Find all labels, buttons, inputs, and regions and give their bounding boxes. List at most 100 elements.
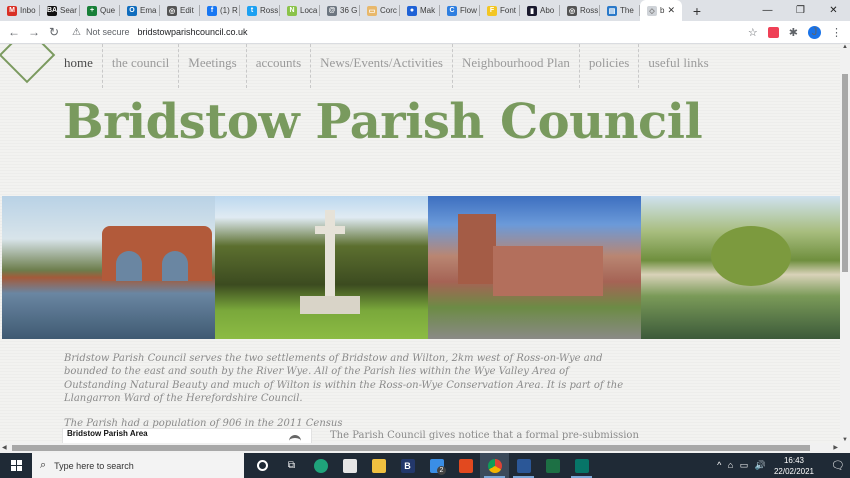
browser-tab[interactable]: F Font	[480, 0, 520, 21]
tab-label: 36 G	[340, 6, 358, 15]
window-controls: — ❐ ✕	[751, 0, 850, 21]
church-photo	[428, 196, 641, 339]
clock[interactable]: 16:43 22/02/2021	[774, 455, 814, 477]
forward-button[interactable]: →	[24, 25, 44, 39]
reload-button[interactable]: ↻	[44, 25, 64, 39]
vertical-scrollbar[interactable]: ▲ ▼	[840, 44, 850, 443]
browser-tab[interactable]: ◎ Edit	[160, 0, 200, 21]
browser-tab[interactable]: + Que	[80, 0, 120, 21]
back-button[interactable]: ←	[4, 25, 24, 39]
nav-news-events[interactable]: News/Events/Activities	[311, 44, 453, 88]
security-label: Not secure	[85, 27, 130, 37]
vertical-scroll-thumb[interactable]	[842, 74, 848, 272]
river-photo	[641, 196, 840, 339]
horizontal-scroll-thumb[interactable]	[12, 445, 810, 451]
tab-label: Inbo	[20, 6, 36, 15]
site-title: Bridstow Parish Council	[63, 94, 703, 150]
warning-icon[interactable]: ⚠	[72, 27, 81, 38]
browser-tab[interactable]: O Ema	[120, 0, 160, 21]
address-bar[interactable]: ⚠ Not secure bridstowparishcouncil.co.uk	[72, 27, 748, 38]
nav-useful-links[interactable]: useful links	[639, 44, 717, 88]
browser-tab[interactable]: ◎ Ross	[560, 0, 600, 21]
horizontal-scrollbar[interactable]: ◀ ▶	[0, 443, 850, 453]
browser-tab[interactable]: N Loca	[280, 0, 320, 21]
scroll-right-arrow-icon[interactable]: ▶	[833, 443, 838, 453]
store-icon[interactable]	[335, 453, 364, 478]
url-text[interactable]: bridstowparishcouncil.co.uk	[138, 27, 248, 37]
restore-button[interactable]: ❐	[784, 0, 817, 21]
browser-tab[interactable]: C Flow	[440, 0, 480, 21]
browser-tab[interactable]: t Ross	[240, 0, 280, 21]
memorial-base-shape	[300, 296, 360, 314]
search-icon: ⌕	[40, 459, 47, 471]
close-tab-icon[interactable]: ✕	[667, 5, 675, 16]
chart-icon: ▤	[607, 5, 617, 16]
nav-the-council[interactable]: the council	[103, 44, 180, 88]
tab-label: Mak	[420, 6, 436, 15]
flow-icon: C	[447, 5, 457, 16]
bookmark-star-icon[interactable]: ☆	[748, 26, 758, 39]
start-button[interactable]	[0, 453, 32, 478]
browser-tab[interactable]: ▮ Abo	[520, 0, 560, 21]
nav-accounts[interactable]: accounts	[247, 44, 312, 88]
publisher-icon[interactable]	[567, 453, 596, 478]
browser-tab[interactable]: f (1) R	[200, 0, 240, 21]
taskbar-search[interactable]: ⌕ Type here to search	[32, 453, 244, 478]
tab-label: Abo	[540, 6, 555, 15]
browser-tab[interactable]: M Inbo	[0, 0, 40, 21]
bridge-shape	[102, 226, 212, 281]
nav-home[interactable]: home	[55, 44, 103, 88]
browser-tab-strip: M Inbo BA Sear + Que O Ema ◎ Edit f (1) Rt Ross N Loca…	[0, 0, 850, 21]
browser-toolbar: ← → ↻ ⚠ Not secure bridstowparishcouncil…	[0, 21, 850, 44]
cortana-icon[interactable]	[248, 453, 277, 478]
tab-label: The	[620, 6, 634, 15]
site-logo-diamond-icon[interactable]	[0, 44, 56, 84]
tray-icons[interactable]: ^ ⌂ ▭ 🔊	[717, 460, 768, 471]
globe-icon: ◎	[567, 5, 577, 16]
notice-text: The Parish Council gives notice that a f…	[330, 430, 639, 441]
tab-label: Loca	[300, 6, 318, 15]
pocket-extension-icon[interactable]	[767, 26, 779, 38]
file-explorer-icon[interactable]	[364, 453, 393, 478]
map-logo-icon	[289, 435, 301, 441]
extensions-puzzle-icon[interactable]: ✱	[789, 26, 798, 39]
scroll-left-arrow-icon[interactable]: ◀	[2, 443, 7, 453]
tab-label: Ema	[140, 6, 157, 15]
profile-avatar[interactable]: J	[808, 25, 821, 39]
browser-tab[interactable]: BA Sear	[40, 0, 80, 21]
word-icon[interactable]	[509, 453, 538, 478]
chrome-menu-icon[interactable]: ⋮	[831, 26, 842, 39]
browser-tab[interactable]: @36 G	[320, 0, 360, 21]
task-view-icon[interactable]: ⧉	[277, 453, 306, 478]
minimize-button[interactable]: —	[751, 0, 784, 21]
twitter-icon: t	[247, 5, 257, 16]
edge-icon[interactable]	[306, 453, 335, 478]
nav-policies[interactable]: policies	[580, 44, 640, 88]
scroll-up-arrow-icon[interactable]: ▲	[840, 44, 850, 50]
tab-label: Ross	[260, 6, 279, 15]
tab-label: Que	[100, 6, 116, 15]
notification-center-icon[interactable]: 🗨	[826, 459, 850, 472]
nav-meetings[interactable]: Meetings	[179, 44, 247, 88]
taskbar-apps: ⧉ B 2	[248, 453, 596, 478]
browser-tab[interactable]: ▤ The	[600, 0, 640, 21]
browser-tab[interactable]: ● Mak	[400, 0, 440, 21]
active-tab[interactable]: ◇ b ✕	[640, 0, 682, 21]
close-window-button[interactable]: ✕	[817, 0, 850, 21]
tab-label: Sear	[60, 6, 77, 15]
mail-icon[interactable]: 2	[422, 453, 451, 478]
at-icon: @	[327, 5, 337, 16]
chrome-icon[interactable]	[480, 453, 509, 478]
active-tab-label: b	[660, 6, 665, 15]
globe-icon: ◎	[167, 5, 177, 16]
nav-neighbourhood-plan[interactable]: Neighbourhood Plan	[453, 44, 580, 88]
church-nave-shape	[493, 246, 603, 296]
taskbar-search-placeholder: Type here to search	[54, 460, 134, 471]
new-tab-button[interactable]: +	[686, 3, 708, 19]
browser-tab[interactable]: ▭ Corc	[360, 0, 400, 21]
excel-icon[interactable]	[538, 453, 567, 478]
bbedit-icon[interactable]: B	[393, 453, 422, 478]
office-icon[interactable]	[451, 453, 480, 478]
make-icon: ●	[407, 5, 417, 16]
windows-logo-icon	[10, 460, 22, 471]
